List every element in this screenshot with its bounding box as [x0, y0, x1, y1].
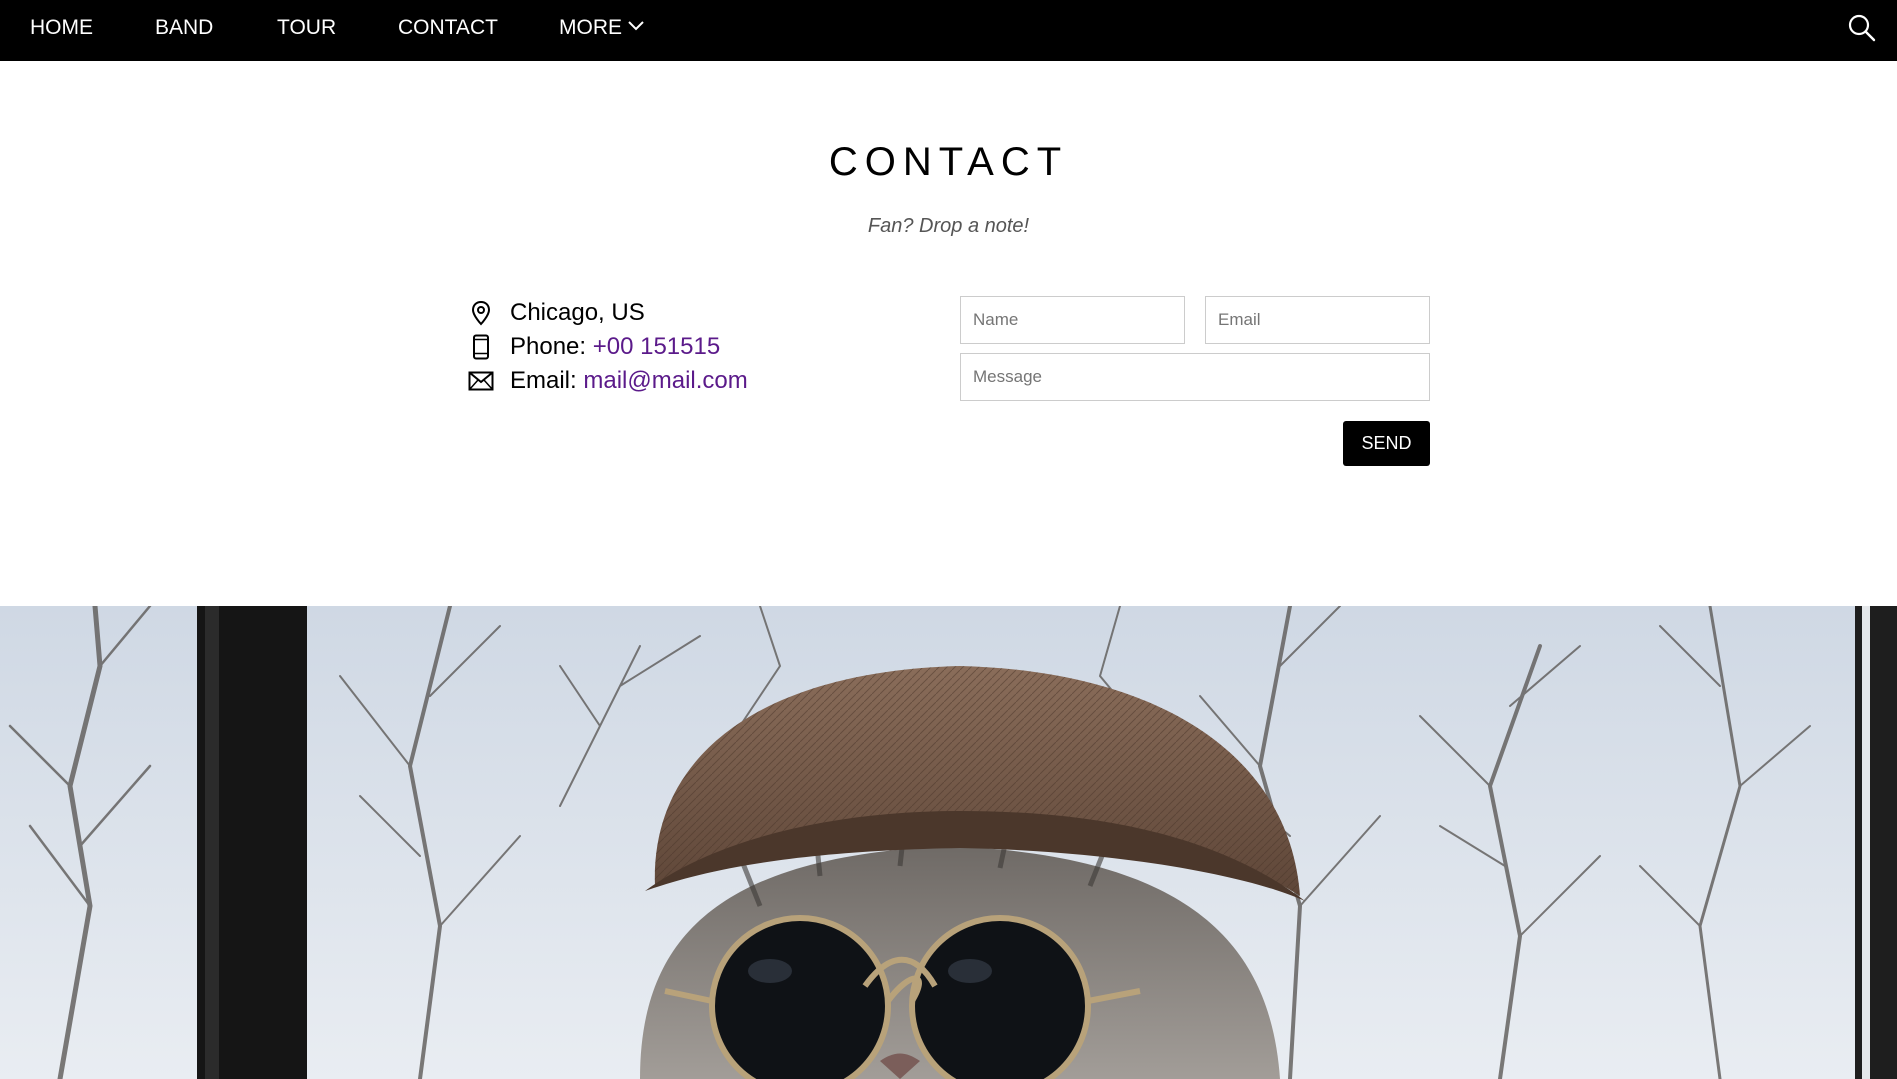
chevron-down-icon	[627, 0, 645, 53]
location-text: Chicago, US	[510, 299, 645, 326]
email-field[interactable]	[1205, 296, 1430, 344]
map-pin-icon	[468, 300, 494, 326]
envelope-icon	[468, 368, 494, 394]
name-field[interactable]	[960, 296, 1185, 344]
page-title: CONTACT	[828, 140, 1069, 184]
top-nav: HOME BAND TOUR CONTACT MORE	[0, 0, 1897, 61]
email-label: Email:	[510, 367, 584, 394]
search-icon[interactable]	[1847, 13, 1877, 43]
message-field[interactable]	[960, 353, 1430, 401]
nav-more-label: MORE	[559, 16, 622, 39]
cat-photo	[0, 606, 1897, 1079]
nav-band[interactable]: BAND	[155, 0, 213, 61]
phone-link[interactable]: +00 151515	[593, 333, 720, 361]
nav-tour[interactable]: TOUR	[277, 0, 336, 61]
phone-label: Phone:	[510, 333, 593, 360]
page-subtitle: Fan? Drop a note!	[867, 215, 1030, 237]
nav-home[interactable]: HOME	[30, 0, 93, 61]
hero-image	[0, 606, 1897, 1079]
nav-contact[interactable]: CONTACT	[398, 0, 498, 61]
send-button[interactable]: SEND	[1343, 421, 1430, 466]
phone-row: Phone: +00 151515	[468, 330, 720, 364]
phone-icon	[468, 334, 494, 360]
email-link[interactable]: mail@mail.com	[583, 367, 747, 395]
nav-more[interactable]: MORE	[559, 0, 645, 61]
email-row: Email: mail@mail.com	[468, 364, 748, 398]
location-row: Chicago, US	[468, 296, 645, 330]
